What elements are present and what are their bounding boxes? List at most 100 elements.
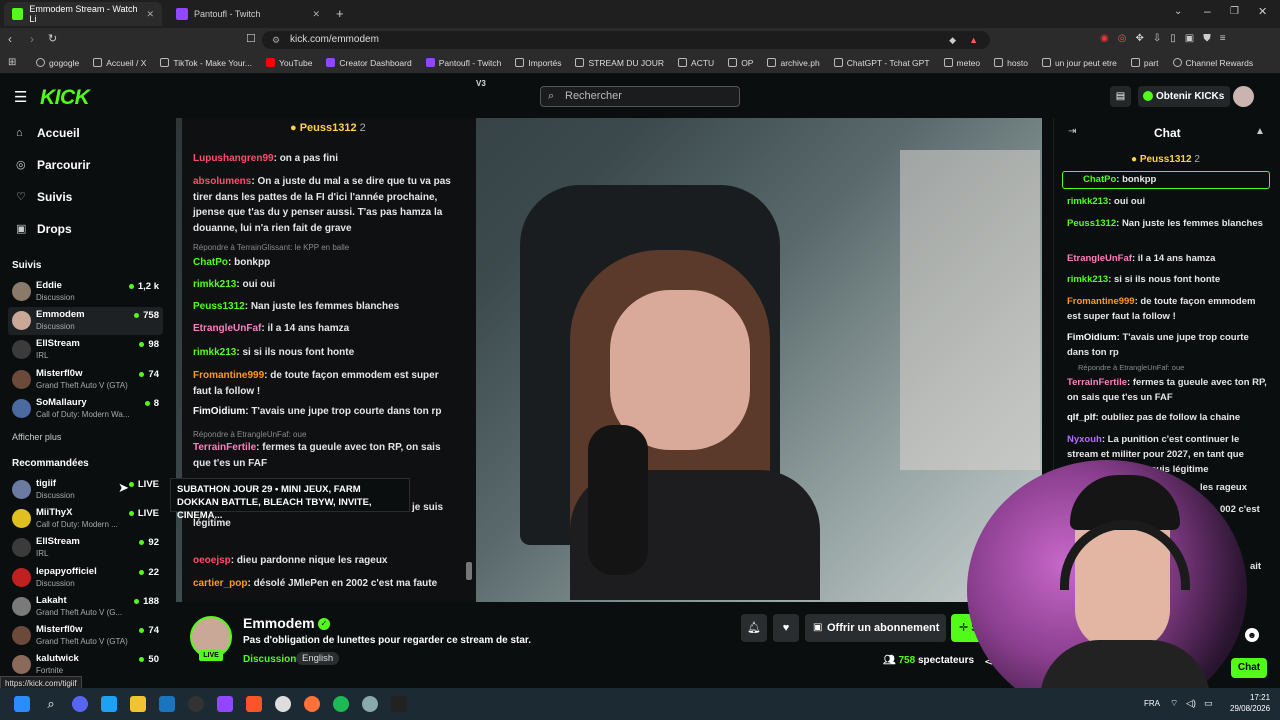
maximize-icon[interactable]: ❐ xyxy=(1230,6,1239,17)
sidebar-channel-ellstream[interactable]: EllStream IRL 98 xyxy=(8,336,163,364)
taskbar-search-icon[interactable]: ⌕ xyxy=(43,696,59,712)
bookmark-folder[interactable]: STREAM DU JOUR xyxy=(575,58,664,68)
taskbar-clock[interactable]: 17:21 29/08/2026 xyxy=(1230,692,1270,714)
close-window-icon[interactable]: ✕ xyxy=(1258,5,1267,18)
brave-rewards-icon[interactable]: ▲ xyxy=(969,31,978,49)
bookmark-folder[interactable]: Importés xyxy=(515,58,561,68)
gift-subscription-button[interactable]: ▣ Offrir un abonnement xyxy=(805,614,946,642)
chat-username[interactable]: EtrangleUnFaf xyxy=(1067,253,1132,264)
nav-drops[interactable]: ▣ Drops xyxy=(16,222,72,236)
chat-message[interactable]: Fromantine999: de toute façon emmodem es… xyxy=(1067,294,1267,324)
chat-username[interactable]: EtrangleUnFaf xyxy=(193,323,261,334)
chat-username[interactable]: Lupushangren99 xyxy=(193,153,274,164)
apps-grid-icon[interactable]: ⊞ xyxy=(8,57,16,68)
chat-username[interactable]: rimkk213 xyxy=(1067,196,1108,207)
overlay-chat-message[interactable]: Fromantine999: de toute façon emmodem es… xyxy=(193,368,453,399)
chat-username[interactable]: Fromantine999 xyxy=(193,370,264,381)
reload-icon[interactable]: ↻ xyxy=(48,32,57,45)
kick-logo[interactable]: KICK xyxy=(40,86,90,110)
chat-username[interactable]: Fromantine999 xyxy=(1067,296,1135,307)
minimize-icon[interactable]: – xyxy=(1204,4,1211,18)
chat-message[interactable]: rimkk213: oui oui xyxy=(1067,194,1267,209)
collapse-chat-icon[interactable]: ⇥ xyxy=(1068,126,1076,137)
chat-username[interactable]: FimOidium xyxy=(193,406,245,417)
wallet-icon[interactable]: ▣ xyxy=(1185,33,1194,44)
address-bar[interactable]: ⚙ kick.com/emmodem ◆ ▲ xyxy=(262,31,990,49)
tab-kick[interactable]: Emmodem Stream - Watch Li ✕ xyxy=(4,2,162,26)
steam-icon[interactable] xyxy=(159,696,175,712)
streamer-name[interactable]: Emmodem xyxy=(243,615,315,631)
chat-pinned-user[interactable]: ● Peuss1312 2 xyxy=(1131,154,1200,165)
bookmark-item[interactable]: Pantoufl - Twitch xyxy=(425,58,501,68)
chat-message[interactable]: rimkk213: si si ils nous font honte xyxy=(1067,272,1267,287)
sidebar-channel-kalutwick[interactable]: kalutwick Fortnite 50 xyxy=(8,651,163,679)
sidebar-channel-emmodem[interactable]: Emmodem Discussion 758 xyxy=(8,307,163,336)
bookmark-icon[interactable]: ☐ xyxy=(246,32,256,45)
site-info-icon[interactable]: ⚙ xyxy=(272,31,280,49)
capcut-icon[interactable] xyxy=(391,696,407,712)
tab-list-icon[interactable]: ⌄ xyxy=(1174,6,1182,17)
nav-browse[interactable]: ◎ Parcourir xyxy=(16,158,90,172)
get-kicks-button[interactable]: Obtenir KICKs xyxy=(1138,86,1230,107)
chat-username[interactable]: Peuss1312 xyxy=(193,301,245,312)
bookmark-item[interactable]: Channel Rewards xyxy=(1172,58,1253,68)
chat-username[interactable]: FimOidium xyxy=(1067,332,1117,343)
chat-username[interactable]: oeoejsp xyxy=(193,555,231,566)
brave-shield-icon[interactable]: ◆ xyxy=(949,31,956,49)
sidebar-channel-misterfl0w[interactable]: Misterfl0w Grand Theft Auto V (GTA) 74 xyxy=(8,366,163,394)
bookmark-folder[interactable]: OP xyxy=(728,58,753,68)
forward-icon[interactable]: › xyxy=(30,32,34,46)
overlay-scrollbar[interactable] xyxy=(466,562,472,580)
overlay-chat-message[interactable]: oeoejsp: dieu pardonne nique les rageux xyxy=(193,553,453,569)
chat-user-icon[interactable]: ▲ xyxy=(1255,126,1265,137)
chat-message[interactable]: EtrangleUnFaf: il a 14 ans hamza xyxy=(1067,251,1267,266)
dashboard-icon[interactable]: ▤ xyxy=(1110,86,1131,107)
bookmark-item[interactable]: Accueil / X xyxy=(93,58,146,68)
bookmark-folder[interactable]: meteo xyxy=(943,58,980,68)
sidebar-channel-misterfl0w[interactable]: Misterfl0w Grand Theft Auto V (GTA) 74 xyxy=(8,622,163,650)
overlay-chat-message[interactable]: Lupushangren99: on a pas fini xyxy=(193,151,453,167)
stream-category[interactable]: Discussion xyxy=(243,654,296,665)
chat-username[interactable]: TerrainFertile xyxy=(193,442,256,453)
overlay-chat-message[interactable]: absolumens: On a juste du mal a se dire … xyxy=(193,174,453,236)
battery-icon[interactable]: ▭ xyxy=(1204,698,1213,709)
nav-home[interactable]: ⌂ Accueil xyxy=(16,126,80,140)
user-avatar[interactable] xyxy=(1233,86,1254,107)
sidebar-channel-lakaht[interactable]: Lakaht Grand Theft Auto V (G... 188 xyxy=(8,593,163,621)
bookmark-folder[interactable]: ACTU xyxy=(678,58,714,68)
search-input[interactable]: ⌕ Rechercher xyxy=(540,86,740,107)
spotify-icon[interactable] xyxy=(333,696,349,712)
overlay-chat-message[interactable]: rimkk213: si si ils nous font honte xyxy=(193,345,453,361)
chat-message[interactable]: FimOidium: T'avais une jupe trop courte … xyxy=(1067,330,1267,360)
chat-username[interactable]: qlf_plf xyxy=(1067,412,1096,423)
chat-username[interactable]: rimkk213 xyxy=(1067,274,1108,285)
show-more-link[interactable]: Afficher plus xyxy=(12,432,61,442)
bookmark-folder[interactable]: hosto xyxy=(994,58,1028,68)
stream-language-tag[interactable]: English xyxy=(296,652,340,665)
telegram-icon[interactable] xyxy=(101,696,117,712)
bookmark-item[interactable]: archive.ph xyxy=(767,58,820,68)
sidebar-channel-lepapyofficiel[interactable]: lepapyofficiel Discussion 22 xyxy=(8,564,163,592)
windows-start-icon[interactable] xyxy=(14,696,30,712)
chat-message[interactable]: Peuss1312: Nan juste les femmes blanches xyxy=(1067,216,1267,231)
file-explorer-icon[interactable] xyxy=(130,696,146,712)
back-icon[interactable]: ‹ xyxy=(8,32,12,46)
sidebar-toggle-icon[interactable]: ▯ xyxy=(1170,33,1176,44)
bookmark-item[interactable]: YouTube xyxy=(266,58,312,68)
chat-username[interactable]: cartier_pop xyxy=(193,578,247,589)
obs-icon[interactable] xyxy=(188,696,204,712)
overlay-chat-message[interactable]: Peuss1312: Nan juste les femmes blanches xyxy=(193,299,453,315)
notification-bell-icon[interactable]: 🔔︎ xyxy=(741,614,767,642)
chat-username[interactable]: rimkk213 xyxy=(193,279,236,290)
extension-icon[interactable]: ◉ xyxy=(1100,33,1109,44)
new-tab-icon[interactable]: + xyxy=(336,6,344,21)
overlay-chat-message[interactable]: FimOidium: T'avais une jupe trop courte … xyxy=(193,404,453,420)
vpn-icon[interactable]: ⛊ xyxy=(1203,33,1211,44)
overlay-chat-message[interactable]: EtrangleUnFaf: il a 14 ans hamza xyxy=(193,321,453,337)
chat-highlighted-message[interactable]: ChatPo: bonkpp xyxy=(1062,171,1270,189)
sidebar-channel-somallaury[interactable]: SoMallaury Call of Duty: Modern Wa... 8 xyxy=(8,395,163,423)
sidebar-channel-tigiif[interactable]: tigiif Discussion LIVE xyxy=(8,476,163,504)
hamburger-menu-icon[interactable]: ☰ xyxy=(14,88,27,106)
chat-username[interactable]: rimkk213 xyxy=(193,347,236,358)
emoji-icon[interactable]: ☻ xyxy=(1245,628,1259,642)
